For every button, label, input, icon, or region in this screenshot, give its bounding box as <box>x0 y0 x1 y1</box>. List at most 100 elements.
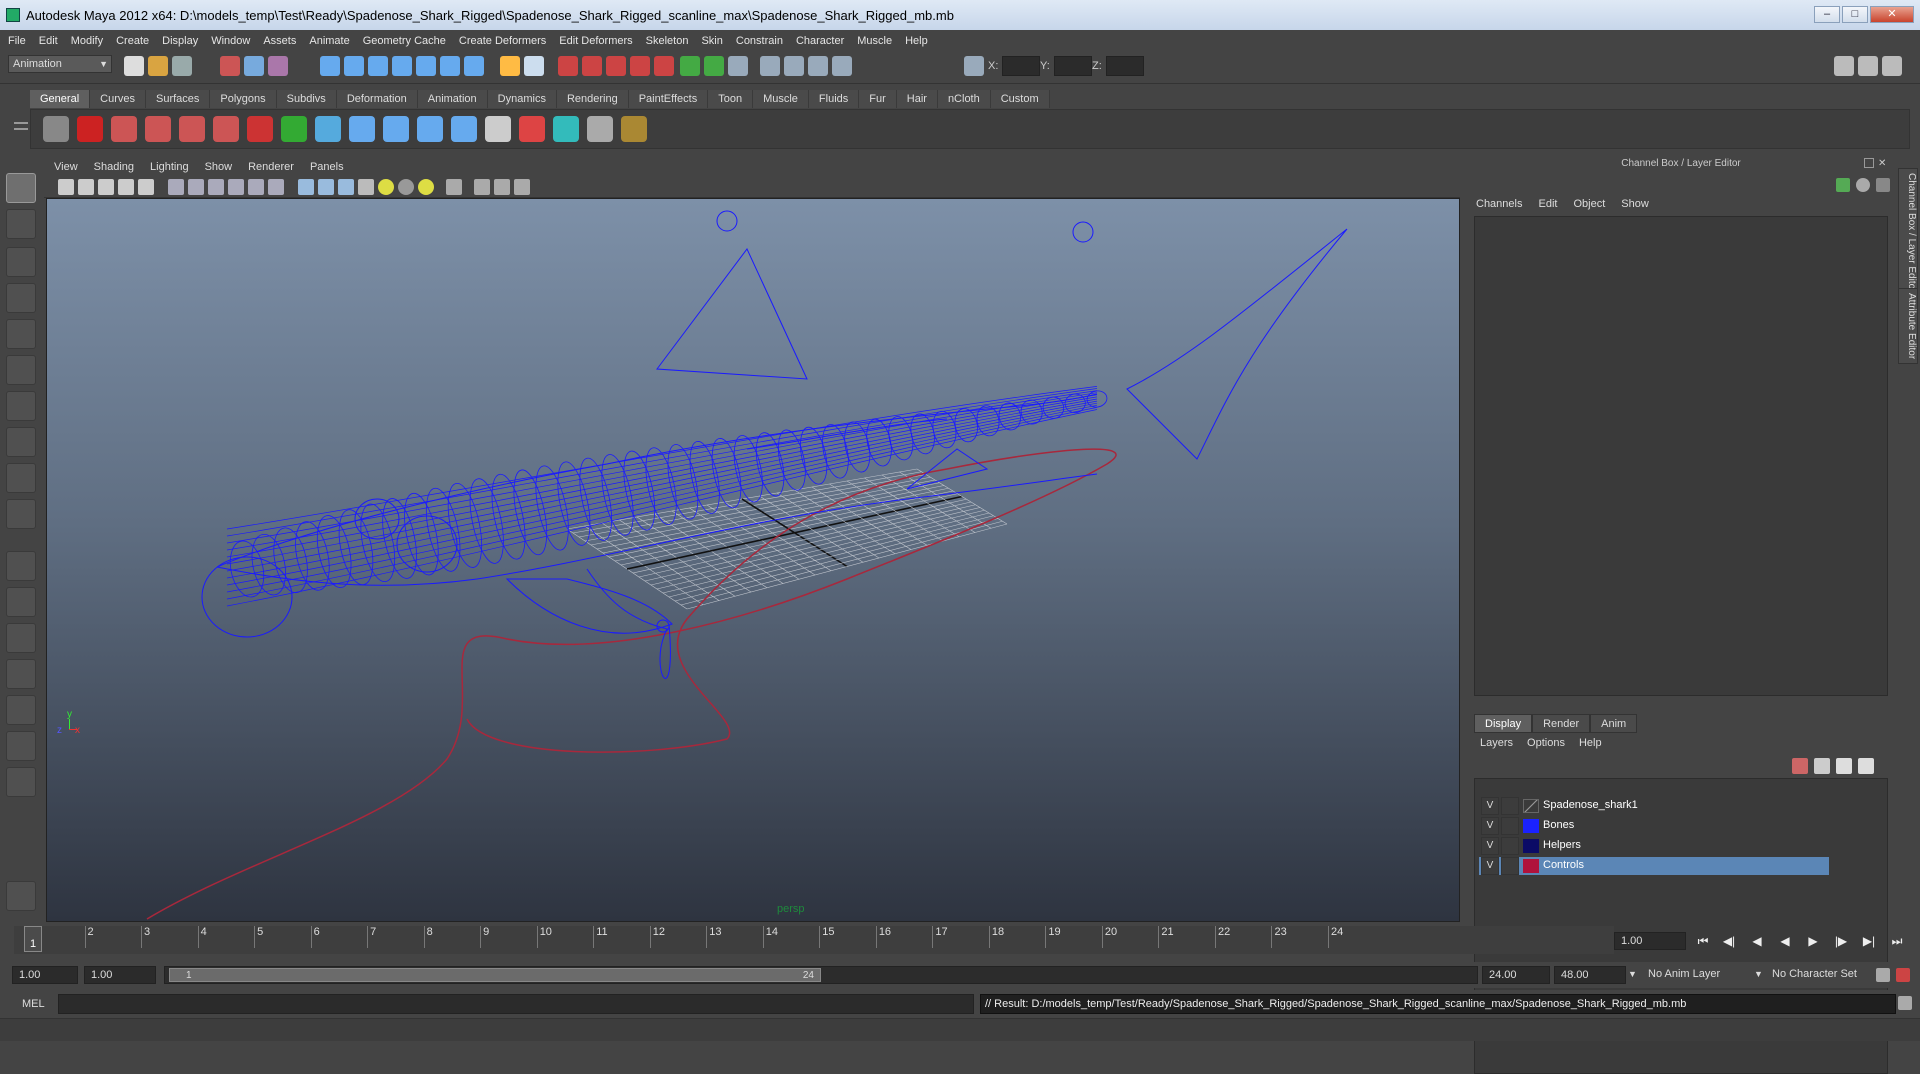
step-back-frame-icon[interactable]: ◀ <box>1746 934 1768 950</box>
bookmark-icon[interactable] <box>98 179 114 195</box>
menu-skeleton[interactable]: Skeleton <box>646 35 689 47</box>
layer-playback-toggle[interactable] <box>1501 817 1519 835</box>
shelf-tab-animation[interactable]: Animation <box>417 90 488 108</box>
move-layer-up-icon[interactable] <box>1792 758 1808 774</box>
cache-icon[interactable] <box>587 116 613 142</box>
list-icon[interactable] <box>485 116 511 142</box>
viewport-menu-show[interactable]: Show <box>205 161 233 173</box>
resolution-gate-icon[interactable] <box>208 179 224 195</box>
viewport-menu-view[interactable]: View <box>54 161 78 173</box>
last-tool-icon[interactable] <box>6 499 36 529</box>
layer-color-swatch[interactable] <box>1523 859 1539 873</box>
tail-control[interactable] <box>1072 221 1094 243</box>
channel-box-menu-channels[interactable]: Channels <box>1476 198 1522 210</box>
render-settings-icon[interactable] <box>630 56 650 76</box>
lasso-tool-icon[interactable] <box>6 209 36 239</box>
menu-create-deformers[interactable]: Create Deformers <box>459 35 546 47</box>
snap-curve-icon[interactable] <box>344 56 364 76</box>
menu-create[interactable]: Create <box>116 35 149 47</box>
auto-key-icon[interactable] <box>1876 968 1890 982</box>
maximize-button[interactable]: □ <box>1842 6 1868 23</box>
rotate-tool-icon[interactable] <box>6 319 36 349</box>
layer-tab-anim[interactable]: Anim <box>1590 714 1638 733</box>
step-forward-frame-icon[interactable]: ▶| <box>1858 934 1880 950</box>
minimize-button[interactable]: – <box>1814 6 1840 23</box>
menu-file[interactable]: File <box>8 35 26 47</box>
script-language-label[interactable]: MEL <box>22 998 45 1010</box>
toggle-attribute-editor-icon[interactable] <box>1834 56 1854 76</box>
shelf-tool-icon[interactable] <box>111 116 137 142</box>
film-reel-icon[interactable] <box>43 116 69 142</box>
snapshot-icon[interactable] <box>728 56 748 76</box>
xray-joints-icon[interactable] <box>494 179 510 195</box>
layer-color-swatch[interactable] <box>1523 839 1539 853</box>
layer-playback-toggle[interactable] <box>1501 797 1519 815</box>
joint-icon[interactable] <box>417 116 443 142</box>
brush-icon[interactable] <box>621 116 647 142</box>
show-manipulator-icon[interactable] <box>6 463 36 493</box>
x-field[interactable] <box>1002 56 1040 76</box>
toggle-channel-box-icon[interactable] <box>1882 56 1902 76</box>
character-set-dropdown[interactable]: No Character Set <box>1772 968 1857 980</box>
new-layer-selected-icon[interactable] <box>1858 758 1874 774</box>
select-hierarchy-icon[interactable] <box>220 56 240 76</box>
y-field[interactable] <box>1054 56 1092 76</box>
perspective-viewport[interactable]: persp y x z <box>46 198 1460 922</box>
layer-visibility-toggle[interactable]: V <box>1481 797 1499 815</box>
menu-set-dropdown[interactable]: Animation ▼ <box>8 55 112 73</box>
snap-live-icon[interactable] <box>464 56 484 76</box>
joint-icon[interactable] <box>451 116 477 142</box>
step-forward-key-icon[interactable]: |▶ <box>1830 934 1852 950</box>
help-question-icon[interactable] <box>77 116 103 142</box>
wireframe-icon[interactable] <box>298 179 314 195</box>
menu-edit-deformers[interactable]: Edit Deformers <box>559 35 632 47</box>
layer-menu-layers[interactable]: Layers <box>1480 737 1513 749</box>
xray-icon[interactable] <box>474 179 490 195</box>
animation-start-field[interactable]: 1.00 <box>12 966 78 984</box>
viewport-menu-panels[interactable]: Panels <box>310 161 344 173</box>
camera-icon[interactable] <box>760 56 780 76</box>
joint-icon[interactable] <box>349 116 375 142</box>
speed-icon[interactable] <box>1856 178 1870 192</box>
menu-skin[interactable]: Skin <box>701 35 722 47</box>
shadows-icon[interactable] <box>418 179 434 195</box>
side-tab-attribute-editor[interactable]: Attribute Editor <box>1898 288 1918 365</box>
snap-view-icon[interactable] <box>440 56 460 76</box>
select-camera-icon[interactable] <box>58 179 74 195</box>
scale-tool-icon[interactable] <box>6 355 36 385</box>
layer-tab-render[interactable]: Render <box>1532 714 1591 733</box>
transform-field-icon[interactable] <box>964 56 984 76</box>
channel-box-area[interactable] <box>1474 216 1888 696</box>
camera-attributes-icon[interactable] <box>78 179 94 195</box>
select-object-icon[interactable] <box>244 56 264 76</box>
safe-action-icon[interactable] <box>268 179 284 195</box>
render-region-icon[interactable] <box>704 56 724 76</box>
chevron-down-icon[interactable]: ▼ <box>1628 969 1637 979</box>
shelf-tab-subdivs[interactable]: Subdivs <box>276 90 337 108</box>
shelf-tab-deformation[interactable]: Deformation <box>336 90 418 108</box>
shelf-tab-fur[interactable]: Fur <box>859 90 897 108</box>
toggle-tool-settings-icon[interactable] <box>1858 56 1878 76</box>
layer-tab-display[interactable]: Display <box>1474 714 1533 733</box>
snap-grid-icon[interactable] <box>320 56 340 76</box>
new-layer-icon[interactable] <box>1836 758 1852 774</box>
magnet-icon[interactable] <box>247 116 273 142</box>
layer-playback-toggle[interactable] <box>1501 837 1519 855</box>
menu-help[interactable]: Help <box>905 35 928 47</box>
script-editor-icon[interactable] <box>1898 996 1912 1010</box>
layout-single-icon[interactable] <box>6 551 36 581</box>
menu-window[interactable]: Window <box>211 35 250 47</box>
range-slider[interactable]: 1 24 <box>164 966 1478 984</box>
control-curve[interactable] <box>146 448 1117 920</box>
close-button[interactable]: ✕ <box>1870 6 1914 23</box>
shelf-tab-custom[interactable]: Custom <box>990 90 1050 108</box>
render-current-icon[interactable] <box>582 56 602 76</box>
shelf-menu-icon[interactable] <box>14 128 28 130</box>
animation-preferences-icon[interactable] <box>1896 968 1910 982</box>
shelf-tab-painteffects[interactable]: PaintEffects <box>628 90 709 108</box>
menu-display[interactable]: Display <box>162 35 198 47</box>
snap-plane-icon[interactable] <box>392 56 412 76</box>
anim-layer-dropdown[interactable]: No Anim Layer <box>1648 968 1720 980</box>
joint-icon[interactable] <box>383 116 409 142</box>
construction-history-icon[interactable] <box>558 56 578 76</box>
